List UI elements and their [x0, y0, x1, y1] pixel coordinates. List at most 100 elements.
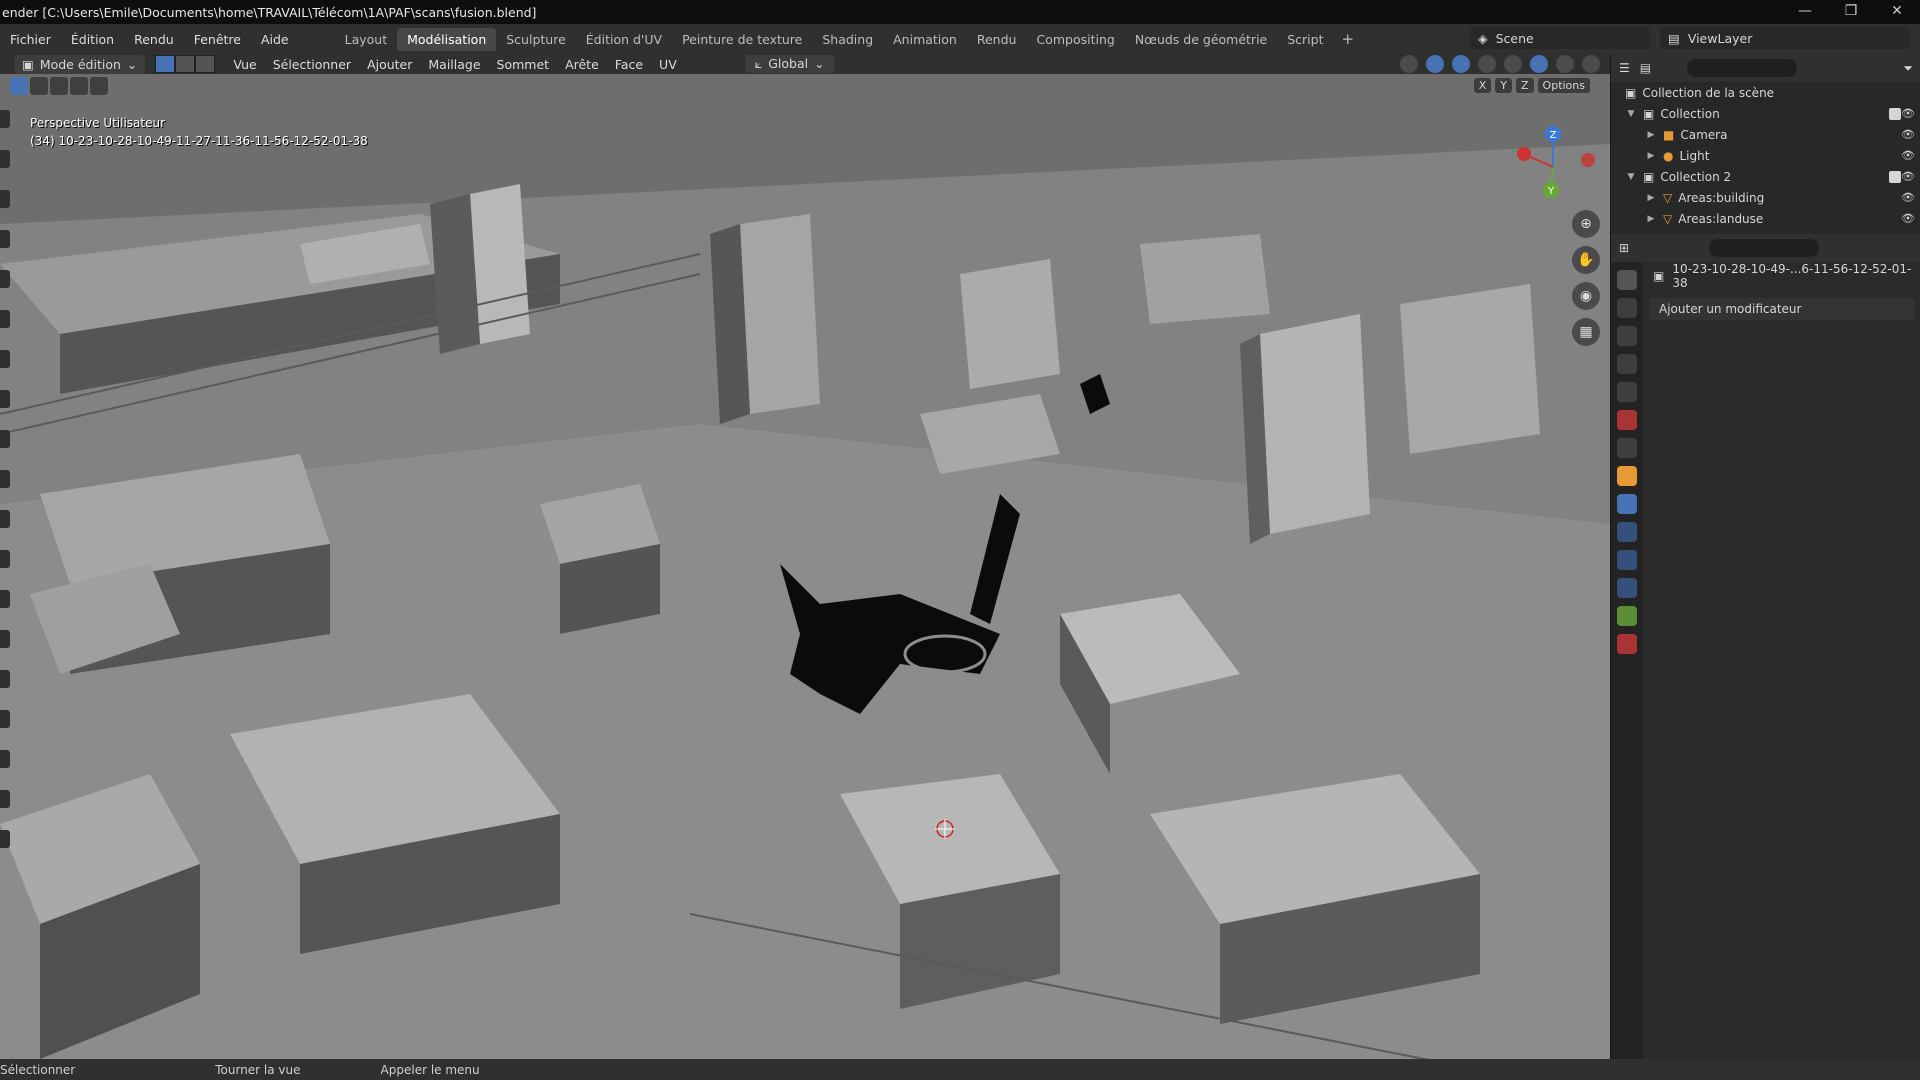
rendered-shading-icon[interactable]: [1582, 55, 1600, 73]
outliner-row[interactable]: ▶ ▽ Areas:building 👁: [1611, 187, 1920, 208]
outliner-row[interactable]: ▶ ● Light 👁: [1611, 145, 1920, 166]
funnel-icon[interactable]: ⏷: [1903, 61, 1913, 76]
tab-edition-uv[interactable]: Édition d'UV: [576, 28, 672, 51]
overlay-toggle-icon[interactable]: [1452, 55, 1470, 73]
gizmo-toggle-icon[interactable]: [1426, 55, 1444, 73]
expand-icon[interactable]: ▶: [1645, 214, 1657, 224]
inset-tool-icon[interactable]: [0, 470, 10, 488]
view-layer-selector[interactable]: ▤ ViewLayer: [1660, 27, 1910, 49]
outliner-row[interactable]: ▶ ▽ Areas:landuse 👁: [1611, 208, 1920, 229]
outliner-search-input[interactable]: [1687, 59, 1798, 77]
menu-fenetre[interactable]: Fenêtre: [184, 32, 251, 47]
world-tab-icon[interactable]: [1617, 410, 1637, 430]
eye-icon[interactable]: 👁: [1901, 212, 1915, 225]
scene-selector[interactable]: ◈ Scene: [1470, 27, 1650, 49]
axis-x-button[interactable]: X: [1473, 78, 1492, 93]
menu-edition[interactable]: Édition: [61, 32, 124, 47]
menu-aide[interactable]: Aide: [251, 32, 299, 47]
render-tab-icon[interactable]: [1617, 298, 1637, 318]
solid-shading-icon[interactable]: [1530, 55, 1548, 73]
transform-tool-icon[interactable]: [0, 310, 10, 328]
properties-search-input[interactable]: [1709, 239, 1820, 257]
loopcut-tool-icon[interactable]: [0, 550, 10, 568]
pan-hand-icon[interactable]: ✋: [1572, 246, 1600, 274]
expand-icon[interactable]: ▶: [1645, 193, 1657, 203]
eye-icon[interactable]: 👁: [1901, 149, 1915, 162]
xray-toggle-icon[interactable]: [1478, 55, 1496, 73]
tool-tab-icon[interactable]: [1617, 270, 1637, 290]
rotate-tool-icon[interactable]: [0, 230, 10, 248]
wireframe-shading-icon[interactable]: [1504, 55, 1522, 73]
data-tab-icon[interactable]: [1617, 606, 1637, 626]
tab-peinture-texture[interactable]: Peinture de texture: [672, 28, 812, 51]
expand-icon[interactable]: ▶: [1645, 130, 1657, 140]
restore-button[interactable]: ❐: [1828, 0, 1874, 24]
cursor-tool-icon[interactable]: [0, 150, 10, 168]
scene-tab-icon[interactable]: [1617, 382, 1637, 402]
grid-view-icon[interactable]: ▦: [1572, 318, 1600, 346]
3d-viewport[interactable]: X Y Z Options Perspective Utilisateur (3…: [0, 74, 1610, 1059]
exclude-checkbox[interactable]: [1889, 170, 1901, 183]
object-tab-icon[interactable]: [1617, 466, 1637, 486]
output-tab-icon[interactable]: [1617, 326, 1637, 346]
menu-sommet[interactable]: Sommet: [489, 57, 558, 72]
options-button[interactable]: Options: [1537, 78, 1590, 93]
axis-y-button[interactable]: Y: [1495, 78, 1512, 93]
select-invert-icon[interactable]: [70, 77, 88, 95]
menu-face[interactable]: Face: [607, 57, 651, 72]
select-extend-icon[interactable]: [30, 77, 48, 95]
outliner-row[interactable]: ▣ Collection de la scène: [1611, 82, 1920, 103]
mode-selector[interactable]: ▣ Mode édition ⌄: [14, 54, 146, 74]
select-new-icon[interactable]: [10, 77, 28, 95]
eye-icon[interactable]: 👁: [1901, 191, 1915, 204]
polybuild-tool-icon[interactable]: [0, 630, 10, 648]
shear-tool-icon[interactable]: [0, 790, 10, 808]
edge-select-button[interactable]: [175, 55, 196, 73]
eye-icon[interactable]: 👁: [1901, 107, 1915, 120]
physics-tab-icon[interactable]: [1617, 550, 1637, 570]
editor-type-icon[interactable]: ⊞: [1619, 241, 1629, 255]
vertex-select-button[interactable]: [155, 55, 176, 73]
expand-icon[interactable]: ▼: [1625, 109, 1637, 119]
modifier-tab-icon[interactable]: [1617, 494, 1637, 514]
transform-orientation-selector[interactable]: ⟀ Global ⌄: [744, 55, 835, 73]
tab-animation[interactable]: Animation: [883, 28, 967, 51]
spin-tool-icon[interactable]: [0, 670, 10, 688]
camera-view-icon[interactable]: ◉: [1572, 282, 1600, 310]
close-button[interactable]: ✕: [1874, 0, 1920, 24]
add-workspace-button[interactable]: +: [1334, 30, 1363, 48]
eye-icon[interactable]: 👁: [1901, 170, 1915, 183]
expand-icon[interactable]: ▶: [1645, 151, 1657, 161]
tab-layout[interactable]: Layout: [335, 28, 398, 51]
add-modifier-button[interactable]: Ajouter un modificateur: [1649, 298, 1915, 320]
menu-arete[interactable]: Arête: [557, 57, 607, 72]
menu-fichier[interactable]: Fichier: [0, 32, 61, 47]
face-select-button[interactable]: [195, 55, 216, 73]
constraints-tab-icon[interactable]: [1617, 578, 1637, 598]
shrink-tool-icon[interactable]: [0, 750, 10, 768]
menu-uv[interactable]: UV: [651, 57, 685, 72]
knife-tool-icon[interactable]: [0, 590, 10, 608]
rip-tool-icon[interactable]: [0, 830, 10, 848]
scale-tool-icon[interactable]: [0, 270, 10, 288]
expand-icon[interactable]: ▼: [1625, 172, 1637, 182]
menu-rendu[interactable]: Rendu: [124, 32, 184, 47]
bevel-tool-icon[interactable]: [0, 510, 10, 528]
zoom-icon[interactable]: ⊕: [1572, 210, 1600, 238]
select-intersect-icon[interactable]: [90, 77, 108, 95]
menu-ajouter[interactable]: Ajouter: [359, 57, 420, 72]
menu-selectionner[interactable]: Sélectionner: [265, 57, 359, 72]
tab-noeuds-geometrie[interactable]: Nœuds de géométrie: [1125, 28, 1277, 51]
material-shading-icon[interactable]: [1556, 55, 1574, 73]
eye-icon[interactable]: 👁: [1901, 128, 1915, 141]
move-tool-icon[interactable]: [0, 190, 10, 208]
tab-shading[interactable]: Shading: [812, 28, 883, 51]
navigation-gizmo[interactable]: Z Y: [1508, 122, 1598, 212]
outliner-row[interactable]: ▼ ▣ Collection 2 👁: [1611, 166, 1920, 187]
select-subtract-icon[interactable]: [50, 77, 68, 95]
extrude-tool-icon[interactable]: [0, 430, 10, 448]
visibility-icon[interactable]: [1400, 55, 1418, 73]
tab-sculpture[interactable]: Sculpture: [496, 28, 576, 51]
select-tool-icon[interactable]: [0, 110, 10, 128]
axis-z-button[interactable]: Z: [1516, 78, 1534, 93]
